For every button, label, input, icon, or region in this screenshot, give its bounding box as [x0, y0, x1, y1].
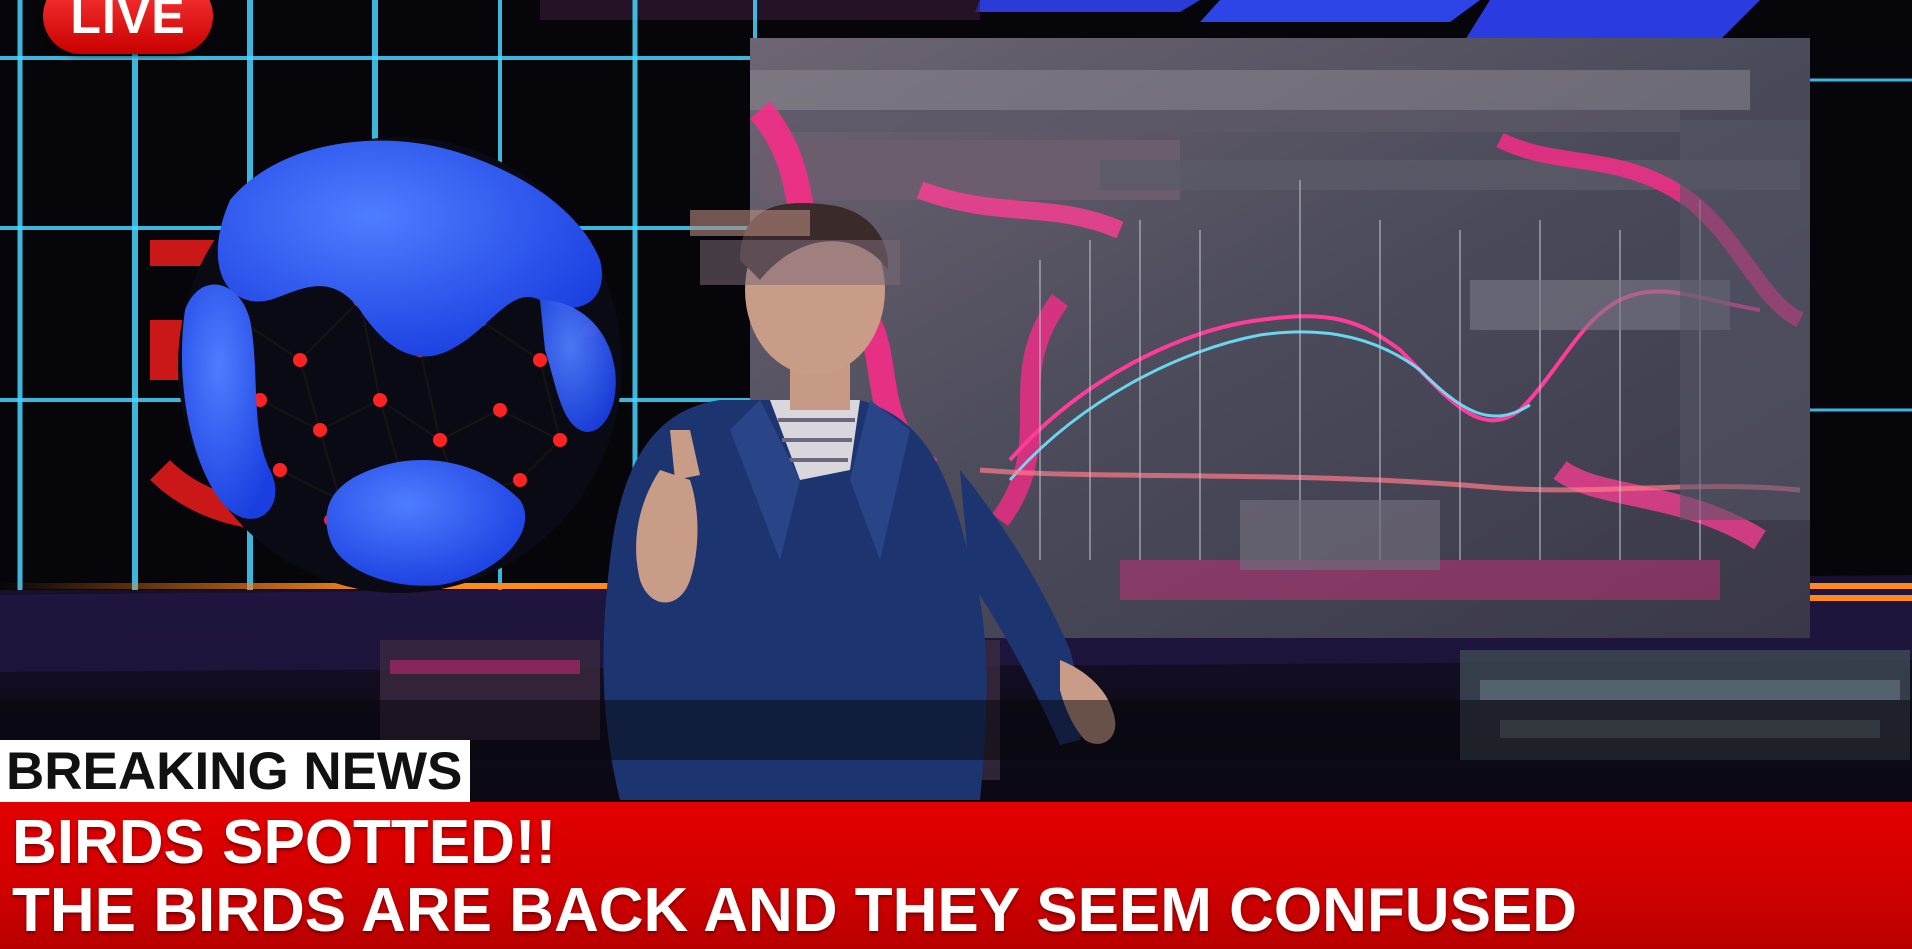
breaking-news-label: BREAKING NEWS — [6, 741, 463, 801]
subheadline-text: THE BIRDS ARE BACK AND THEY SEEM CONFUSE… — [12, 876, 1578, 945]
live-badge: LIVE — [43, 0, 213, 54]
headline-text: BIRDS SPOTTED!! — [12, 808, 557, 877]
headline-bar: BIRDS SPOTTED!! THE BIRDS ARE BACK AND T… — [0, 802, 1912, 949]
breaking-news-tag: BREAKING NEWS — [0, 740, 470, 802]
globe-graphic — [178, 137, 622, 593]
live-badge-label: LIVE — [70, 0, 186, 44]
